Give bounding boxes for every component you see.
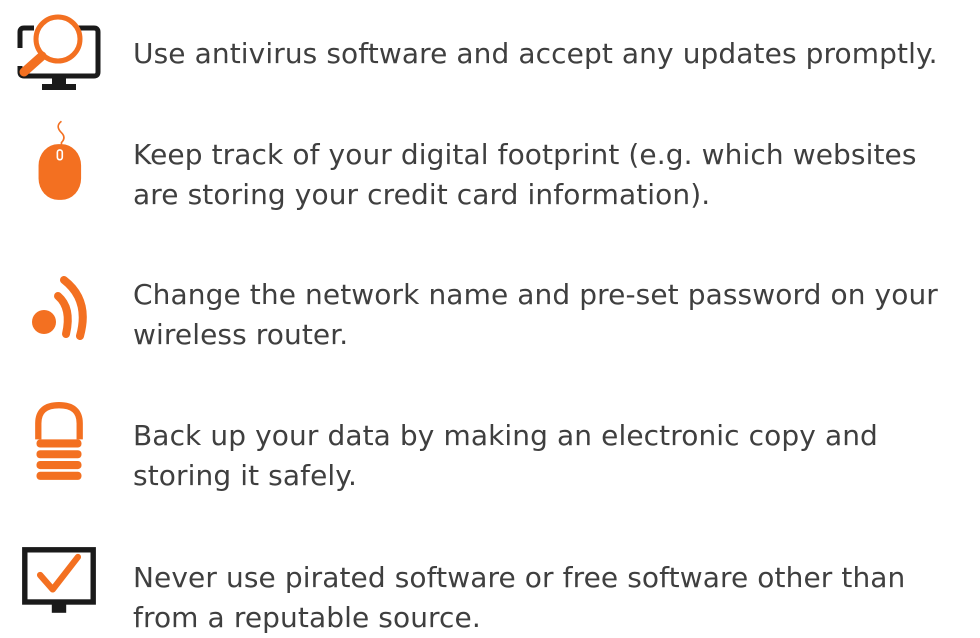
tip-text: Change the network name and pre-set pass… <box>133 278 938 351</box>
tip-text: Keep track of your digital footprint (e.… <box>133 138 917 211</box>
tip-text: Back up your data by making an electroni… <box>133 419 878 492</box>
monitor-checkmark-icon <box>14 530 104 620</box>
mouse-icon <box>14 118 104 208</box>
padlock-icon <box>14 398 104 488</box>
tip-text: Never use pirated software or free softw… <box>133 561 906 634</box>
wifi-signal-icon <box>14 250 104 340</box>
security-tips-list: Use antivirus software and accept any up… <box>0 0 980 634</box>
monitor-magnifier-icon <box>14 10 104 100</box>
tip-text: Use antivirus software and accept any up… <box>133 37 938 70</box>
